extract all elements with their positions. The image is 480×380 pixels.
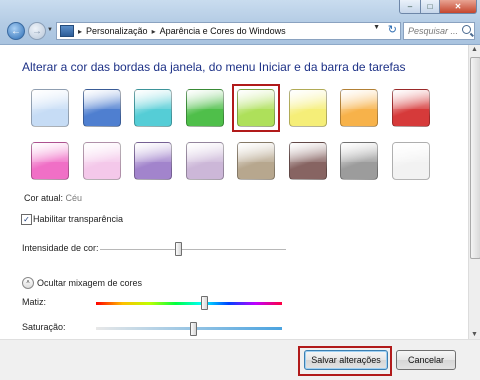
intensity-slider-thumb[interactable]: [175, 242, 182, 256]
cancel-button[interactable]: Cancelar: [396, 350, 456, 370]
back-arrow-icon[interactable]: ←: [7, 22, 25, 40]
color-swatch[interactable]: [289, 142, 327, 180]
color-swatch[interactable]: [31, 142, 69, 180]
color-swatch[interactable]: [392, 142, 430, 180]
color-swatch[interactable]: [340, 142, 378, 180]
current-color-value: Céu: [65, 193, 83, 203]
color-swatch[interactable]: [289, 89, 327, 127]
color-swatch[interactable]: [83, 142, 121, 180]
hue-label: Matiz:: [22, 297, 47, 307]
search-placeholder[interactable]: Pesquisar ...: [408, 26, 458, 36]
save-button[interactable]: Salvar alterações: [304, 350, 388, 370]
scroll-up-icon[interactable]: ▲: [471, 46, 478, 53]
breadcrumb-aparencia-cores[interactable]: Aparência e Cores do Windows: [160, 26, 286, 36]
current-color: Cor atual: Céu: [24, 193, 82, 203]
search-icon[interactable]: [462, 25, 471, 34]
selected-swatch-highlight: [232, 84, 280, 132]
control-panel-icon: [60, 25, 74, 37]
address-dropdown-icon[interactable]: ▼: [373, 24, 380, 31]
saturation-slider-track[interactable]: [96, 327, 282, 330]
window-titlebar: – □ ✕ ← → ▼ ▸ Personalização ▸ Aparência…: [0, 0, 480, 45]
hue-slider-track[interactable]: [96, 302, 282, 305]
intensity-label: Intensidade de cor:: [22, 243, 99, 253]
current-color-label: Cor atual:: [24, 193, 64, 203]
transparency-label[interactable]: Habilitar transparência: [33, 214, 123, 224]
scrollbar-thumb[interactable]: [470, 57, 480, 259]
scroll-down-icon[interactable]: ▼: [471, 331, 478, 338]
recent-pages-dropdown[interactable]: ▼: [47, 27, 53, 33]
maximize-button[interactable]: □: [421, 0, 440, 14]
saturation-slider-thumb[interactable]: [190, 322, 197, 336]
refresh-icon[interactable]: ↻: [388, 23, 397, 36]
color-swatch[interactable]: [83, 89, 121, 127]
chevron-right-icon[interactable]: ▸: [78, 27, 82, 36]
intensity-slider-track[interactable]: [100, 249, 286, 251]
color-swatch[interactable]: [237, 142, 275, 180]
chevron-right-icon[interactable]: ▸: [152, 27, 156, 36]
button-bar: Salvar alterações Cancelar: [0, 339, 480, 380]
breadcrumb-personalizacao[interactable]: Personalização: [86, 26, 148, 36]
search-box[interactable]: Pesquisar ...: [403, 22, 475, 40]
vertical-scrollbar[interactable]: ▲ ▼: [468, 45, 480, 339]
forward-arrow-icon[interactable]: →: [28, 22, 46, 40]
page-title: Alterar a cor das bordas da janela, do m…: [22, 60, 406, 74]
address-bar[interactable]: ▸ Personalização ▸ Aparência e Cores do …: [56, 22, 401, 40]
color-swatch[interactable]: [134, 142, 172, 180]
close-button[interactable]: ✕: [440, 0, 477, 14]
color-swatch[interactable]: [186, 142, 224, 180]
color-swatch[interactable]: [392, 89, 430, 127]
hue-slider-thumb[interactable]: [201, 296, 208, 310]
window-controls: – □ ✕: [399, 0, 477, 14]
color-swatch[interactable]: [31, 89, 69, 127]
transparency-checkbox[interactable]: ✓: [21, 214, 32, 225]
collapse-mixer-icon[interactable]: ˄: [22, 277, 34, 289]
mixer-toggle-label[interactable]: Ocultar mixagem de cores: [37, 278, 142, 288]
saturation-label: Saturação:: [22, 322, 66, 332]
color-swatch[interactable]: [340, 89, 378, 127]
color-swatch[interactable]: [186, 89, 224, 127]
minimize-button[interactable]: –: [399, 0, 421, 14]
color-swatch[interactable]: [134, 89, 172, 127]
